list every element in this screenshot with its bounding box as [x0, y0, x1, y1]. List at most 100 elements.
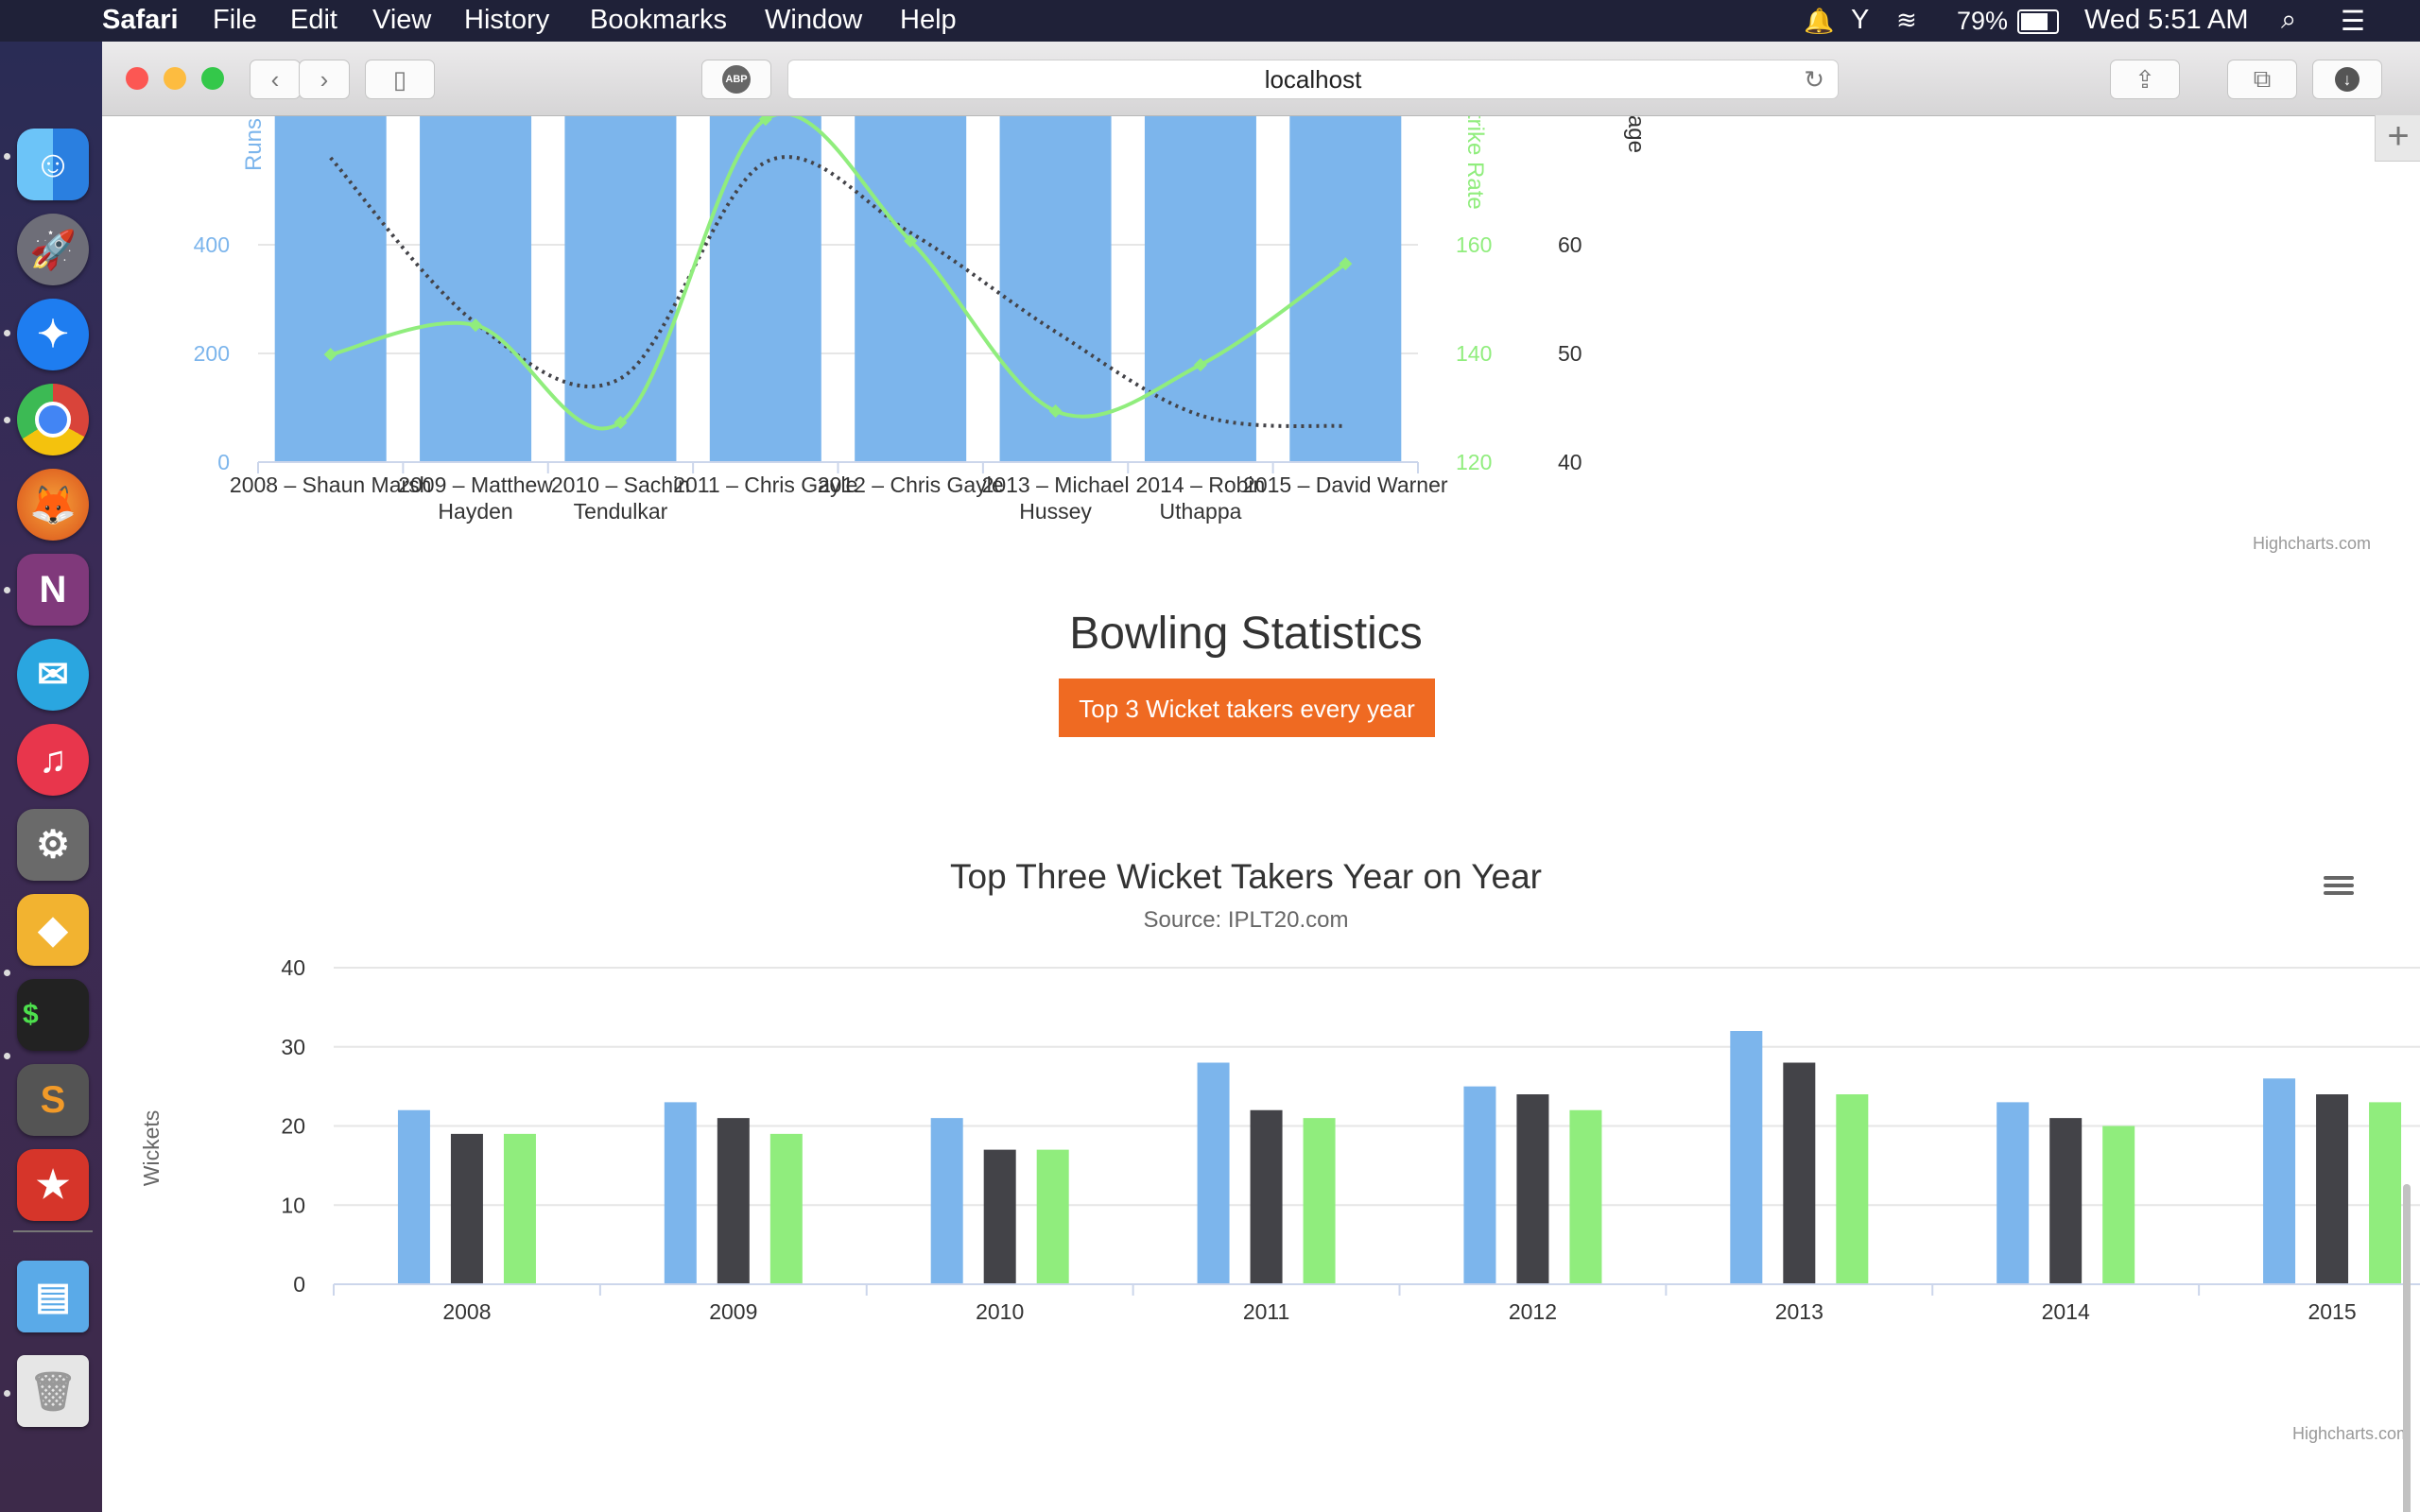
runs-bar	[1289, 116, 1402, 462]
x-axis-tick-label: 2014	[2042, 1299, 2090, 1324]
wunderlist-icon[interactable]: ★	[17, 1149, 89, 1221]
highcharts-credit: Highcharts.com	[2253, 534, 2371, 553]
onenote-icon[interactable]: N	[17, 554, 89, 626]
chart-title: Top Three Wicket Takers Year on Year	[950, 857, 1542, 896]
batting-chart: 2008 – Shaun Marsh2009 – MatthewHayden20…	[194, 116, 2371, 553]
x-axis-tick-label: 2012	[1509, 1299, 1557, 1324]
sidebar-icon: ▯	[392, 64, 407, 94]
address-bar[interactable]: localhost ↻	[787, 60, 1839, 99]
wifi-icon[interactable]: ≋	[1896, 6, 1917, 35]
antenna-icon[interactable]: Y	[1851, 5, 1869, 36]
sidebar-button[interactable]: ▯	[365, 60, 435, 99]
wicket-bar	[930, 1118, 963, 1284]
notification-icon[interactable]: 🔔	[1804, 7, 1834, 36]
wicket-bar	[983, 1149, 1016, 1284]
running-indicator	[4, 1390, 10, 1397]
wicket-bar	[2263, 1078, 2296, 1284]
wicket-bar	[1036, 1149, 1069, 1284]
battery-icon[interactable]	[2017, 9, 2059, 34]
wicket-bar	[397, 1109, 430, 1284]
wicket-bar	[2049, 1118, 2083, 1284]
finder-icon[interactable]: ☺	[17, 129, 89, 200]
back-button[interactable]: ‹	[250, 60, 301, 99]
wicket-bar	[1730, 1031, 1763, 1284]
spotlight-icon[interactable]: ⌕	[2281, 5, 2296, 36]
x-axis-tick-label: 2009 – Matthew	[398, 472, 553, 497]
menu-app-name[interactable]: Safari	[102, 5, 179, 36]
wicket-bar	[450, 1133, 483, 1284]
terminal-icon[interactable]: $	[17, 979, 89, 1051]
clock[interactable]: Wed 5:51 AM	[2084, 5, 2249, 36]
adblock-icon: ABP	[722, 65, 751, 94]
runs-bar	[420, 116, 532, 462]
wicket-bar	[1303, 1118, 1336, 1284]
running-indicator	[4, 1053, 10, 1059]
tabs-overview-button[interactable]: ⧉	[2227, 60, 2297, 99]
y-axis-tick-label: 10	[281, 1193, 305, 1217]
sublime-text-icon[interactable]: S	[17, 1064, 89, 1136]
y-axis-tick-label: 40	[281, 955, 305, 980]
wicket-bar	[769, 1133, 803, 1284]
chevron-left-icon: ‹	[270, 64, 280, 94]
y-axis-title: Wickets	[139, 1110, 164, 1187]
battery-percent: 79%	[1957, 7, 2009, 35]
menu-edit[interactable]: Edit	[290, 5, 337, 36]
share-icon: ⇪	[2135, 64, 2155, 94]
y-left-axis-title: Runs	[241, 118, 267, 171]
bowling-title: Bowling Statistics	[1069, 609, 1423, 659]
y-axis-tick-label: 20	[281, 1114, 305, 1139]
menu-window[interactable]: Window	[765, 5, 862, 36]
y-right2-axis-title: Average	[1623, 116, 1649, 153]
chrome-icon[interactable]	[17, 384, 89, 455]
y-axis-tick-label: 0	[293, 1272, 305, 1297]
minimize-window-button[interactable]	[164, 67, 186, 90]
x-axis-tick-label: Uthappa	[1159, 499, 1241, 524]
vertical-scrollbar[interactable]	[2403, 1184, 2411, 1512]
y-left-tick-label: 0	[217, 450, 230, 474]
wicket-bar	[1463, 1086, 1496, 1284]
zoom-window-button[interactable]	[201, 67, 224, 90]
menu-help[interactable]: Help	[900, 5, 957, 36]
safari-icon[interactable]: ✦	[17, 299, 89, 370]
reload-icon[interactable]: ↻	[1804, 60, 1824, 98]
chevron-right-icon: ›	[320, 64, 329, 94]
sketch-icon[interactable]: ◆	[17, 894, 89, 966]
downloads-folder-icon[interactable]: ▤	[17, 1261, 89, 1332]
trash-icon[interactable]: 🗑	[17, 1355, 89, 1427]
firefox-icon[interactable]: 🦊	[17, 469, 89, 541]
system-preferences-icon[interactable]: ⚙	[17, 809, 89, 881]
x-axis-tick-label: 2013	[1775, 1299, 1824, 1324]
wicket-bar	[1197, 1062, 1230, 1284]
x-axis-tick-label: 2009	[709, 1299, 757, 1324]
menu-view[interactable]: View	[372, 5, 431, 36]
context-menu-button[interactable]	[2319, 867, 2357, 904]
menu-history[interactable]: History	[464, 5, 549, 36]
wicket-bar	[1516, 1094, 1549, 1284]
wickets-chart: Top Three Wicket Takers Year on Year Sou…	[139, 857, 2420, 1443]
downloads-button[interactable]: ↓	[2312, 60, 2382, 99]
url-text: localhost	[1264, 65, 1362, 94]
launchpad-icon[interactable]: 🚀	[17, 214, 89, 285]
safari-window: ‹ › ▯ ABP localhost ↻ ⇪ ⧉ ↓ + 2008 – Sha…	[102, 42, 2420, 1512]
page-content: 2008 – Shaun Marsh 2009 – Matthew Hayden 20…	[102, 116, 2420, 1512]
share-button[interactable]: ⇪	[2110, 60, 2180, 99]
itunes-icon[interactable]: ♫	[17, 724, 89, 796]
y-right-axis-title: Strike Rate	[1462, 116, 1488, 210]
menu-file[interactable]: File	[213, 5, 257, 36]
forward-button[interactable]: ›	[299, 60, 350, 99]
airmail-icon[interactable]: ✉	[17, 639, 89, 711]
top3-wicket-button[interactable]: Top 3 Wicket takers every year	[1059, 679, 1435, 737]
wicket-bar	[2316, 1094, 2349, 1284]
close-window-button[interactable]	[126, 67, 148, 90]
y-right2-tick-label: 40	[1558, 450, 1582, 474]
wicket-bar	[717, 1118, 750, 1284]
notification-center-icon[interactable]: ☰	[2341, 5, 2365, 38]
adblock-button[interactable]: ABP	[701, 60, 771, 99]
tabs-icon: ⧉	[2253, 64, 2272, 93]
menu-bookmarks[interactable]: Bookmarks	[590, 5, 727, 36]
x-axis-tick-label: 2011	[1243, 1299, 1289, 1324]
highcharts-credit[interactable]: Highcharts.com	[2292, 1424, 2411, 1443]
y-right2-tick-label: 60	[1558, 232, 1582, 257]
battery-level	[2021, 13, 2048, 30]
y-left-tick-label: 400	[194, 232, 230, 257]
